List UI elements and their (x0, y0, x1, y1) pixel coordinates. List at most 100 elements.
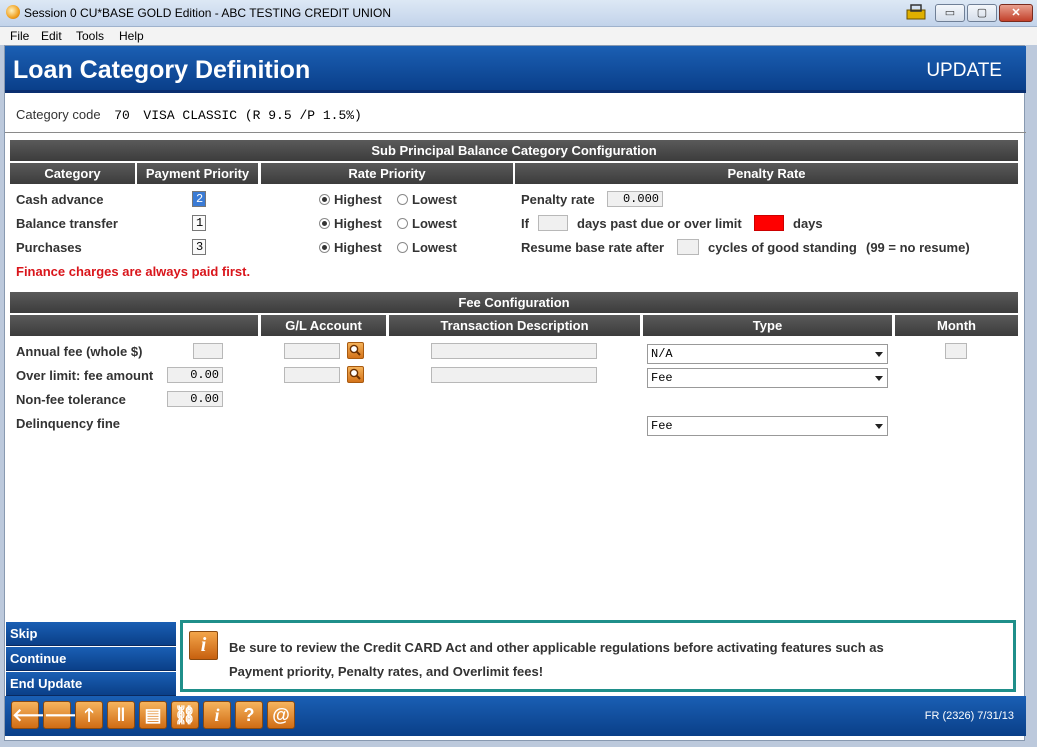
skip-button[interactable]: Skip (6, 622, 176, 646)
pause-icon[interactable]: ‖ (107, 701, 135, 729)
annual-fee-label: Annual fee (whole $) (16, 344, 143, 359)
column-payment-priority: Payment Priority (137, 163, 258, 184)
penalty-days-suffix: days (793, 216, 823, 231)
column-gl-account: G/L Account (261, 315, 386, 336)
cycles-label: cycles of good standing (708, 240, 857, 255)
link-icon[interactable]: ⛓ (171, 701, 199, 729)
maximize-button[interactable]: ▢ (967, 4, 997, 22)
column-month: Month (895, 315, 1018, 336)
page-title: Loan Category Definition (13, 56, 311, 84)
column-type: Type (643, 315, 892, 336)
annual-gl-lookup-button[interactable] (347, 342, 364, 359)
penalty-days-input[interactable] (538, 215, 568, 231)
end-update-button[interactable]: End Update (6, 672, 176, 696)
label-highest-purchases: Highest (334, 240, 382, 255)
annual-gl-input[interactable] (284, 343, 340, 359)
label-lowest-balance-transfer: Lowest (412, 216, 457, 231)
info-icon: i (189, 631, 218, 660)
radio-highest-cash-advance[interactable] (319, 194, 330, 205)
penalty-rate-label: Penalty rate (521, 192, 595, 207)
resume-cycles-input[interactable] (677, 239, 699, 255)
fee-column-blank (10, 315, 258, 336)
priority-input-balance-transfer[interactable]: 1 (192, 215, 206, 231)
label-highest-cash-advance: Highest (334, 192, 382, 207)
menu-help[interactable]: Help (119, 29, 144, 43)
priority-input-purchases[interactable]: 3 (192, 239, 206, 255)
label-highest-balance-transfer: Highest (334, 216, 382, 231)
over-limit-label: Over limit: fee amount (16, 368, 154, 383)
resume-hint: (99 = no resume) (866, 240, 970, 255)
row-label-cash-advance: Cash advance (16, 192, 104, 207)
delinquency-type-value: Fee (651, 419, 673, 433)
divider (5, 132, 1026, 133)
over-limit-type-select[interactable]: Fee (647, 368, 888, 388)
penalty-overlimit-days-input[interactable] (754, 215, 784, 231)
annual-month-input[interactable] (945, 343, 967, 359)
penalty-days-label: days past due or over limit (577, 216, 742, 231)
delinquency-fine-label: Delinquency fine (16, 416, 121, 431)
category-code-label: Category code (16, 107, 101, 122)
annual-description-input[interactable] (431, 343, 597, 359)
radio-highest-purchases[interactable] (319, 242, 330, 253)
info-button-icon[interactable]: i (203, 701, 231, 729)
continue-button[interactable]: Continue (6, 647, 176, 671)
back-arrow-icon[interactable]: 🡐 (11, 701, 60, 729)
close-button[interactable]: ✕ (999, 4, 1033, 22)
annual-fee-type-value: N/A (651, 347, 673, 361)
dropdown-arrow-icon (875, 352, 883, 357)
up-arrow-icon[interactable]: 🡑 (75, 701, 103, 729)
over-limit-type-value: Fee (651, 371, 673, 385)
help-icon[interactable]: ? (235, 701, 263, 729)
sub-principal-section-header: Sub Principal Balance Category Configura… (10, 140, 1018, 161)
print-icon[interactable]: ▤ (139, 701, 167, 729)
column-transaction-description: Transaction Description (389, 315, 640, 336)
radio-lowest-purchases[interactable] (397, 242, 408, 253)
notice-line-2: Payment priority, Penalty rates, and Ove… (229, 664, 544, 679)
menu-bar: File Edit Tools Help (0, 27, 1037, 45)
over-limit-gl-lookup-button[interactable] (347, 366, 364, 383)
forward-arrow-icon[interactable]: 🡒 (43, 701, 92, 729)
lock-icon (906, 4, 926, 20)
menu-tools[interactable]: Tools (76, 29, 104, 43)
column-penalty-rate: Penalty Rate (515, 163, 1018, 184)
over-limit-amount-input[interactable]: 0.00 (167, 367, 223, 383)
notice-line-1: Be sure to review the Credit CARD Act an… (229, 640, 884, 655)
row-label-balance-transfer: Balance transfer (16, 216, 118, 231)
dropdown-arrow-icon (875, 424, 883, 429)
bottom-toolbar: 🡐 🡒 🡑 ‖ ▤ ⛓ i ? @ FR (2326) 7/31/13 (5, 696, 1026, 736)
penalty-if-label: If (521, 216, 529, 231)
radio-highest-balance-transfer[interactable] (319, 218, 330, 229)
annual-fee-input[interactable] (193, 343, 223, 359)
magnifier-icon (349, 368, 361, 380)
dropdown-arrow-icon (875, 376, 883, 381)
menu-edit[interactable]: Edit (41, 29, 62, 43)
category-code: 70 (114, 108, 130, 123)
row-label-purchases: Purchases (16, 240, 82, 255)
column-rate-priority: Rate Priority (261, 163, 513, 184)
fee-config-section-header: Fee Configuration (10, 292, 1018, 313)
non-fee-tolerance-label: Non-fee tolerance (16, 392, 126, 407)
delinquency-type-select[interactable]: Fee (647, 416, 888, 436)
client-area: Loan Category Definition UPDATE Category… (4, 45, 1026, 741)
menu-file[interactable]: File (10, 29, 29, 43)
over-limit-gl-input[interactable] (284, 367, 340, 383)
priority-input-cash-advance[interactable]: 2 (192, 191, 206, 207)
annual-fee-type-select[interactable]: N/A (647, 344, 888, 364)
minimize-button[interactable]: ▭ (935, 4, 965, 22)
finance-charges-warning: Finance charges are always paid first. (16, 264, 251, 279)
over-limit-description-input[interactable] (431, 367, 597, 383)
radio-lowest-balance-transfer[interactable] (397, 218, 408, 229)
non-fee-tolerance-input[interactable]: 0.00 (167, 391, 223, 407)
notice-message: Be sure to review the Credit CARD Act an… (229, 636, 989, 684)
regulation-notice: i Be sure to review the Credit CARD Act … (180, 620, 1016, 692)
mode-label: UPDATE (926, 60, 1002, 81)
category-description: VISA CLASSIC (R 9.5 /P 1.5%) (143, 108, 362, 123)
email-icon[interactable]: @ (267, 701, 295, 729)
column-category: Category (10, 163, 135, 184)
category-row: Category code 70 VISA CLASSIC (R 9.5 /P … (16, 107, 362, 123)
magnifier-icon (349, 344, 361, 356)
radio-lowest-cash-advance[interactable] (397, 194, 408, 205)
screen-code: FR (2326) 7/31/13 (924, 710, 1014, 722)
window-titlebar: Session 0 CU*BASE GOLD Edition - ABC TES… (0, 0, 1037, 27)
penalty-rate-input[interactable]: 0.000 (607, 191, 663, 207)
